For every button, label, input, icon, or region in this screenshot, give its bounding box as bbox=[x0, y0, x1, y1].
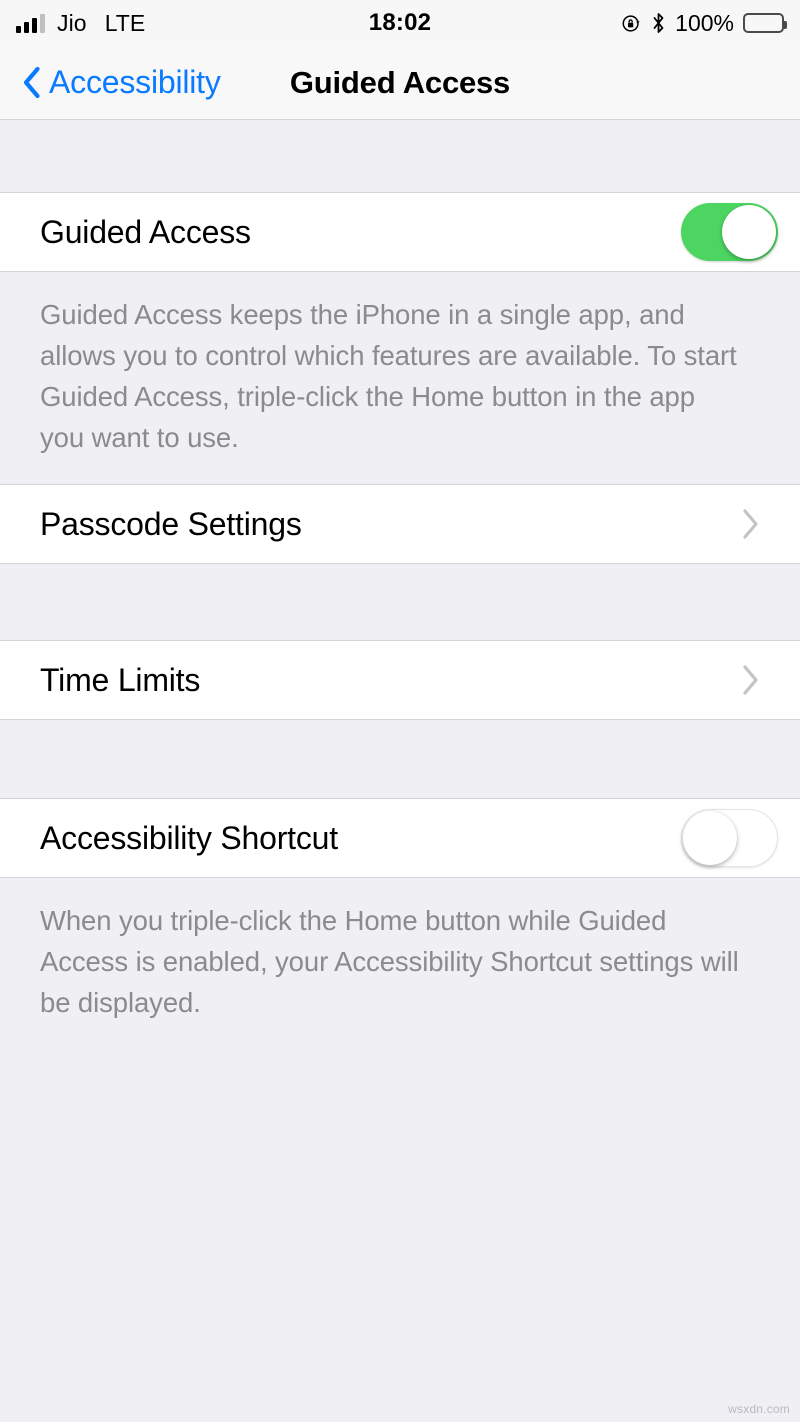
row-passcode-settings[interactable]: Passcode Settings bbox=[0, 484, 800, 564]
accessibility-shortcut-toggle[interactable] bbox=[681, 809, 778, 867]
chevron-right-icon bbox=[743, 509, 758, 539]
guided-access-footer: Guided Access keeps the iPhone in a sing… bbox=[0, 272, 800, 484]
bluetooth-icon bbox=[653, 13, 664, 33]
rotation-lock-icon bbox=[622, 14, 640, 32]
status-bar-right: 100% bbox=[621, 9, 787, 37]
row-time-limits-label: Time Limits bbox=[40, 661, 201, 698]
navigation-bar: Accessibility Guided Access bbox=[0, 46, 800, 120]
row-accessibility-shortcut-label: Accessibility Shortcut bbox=[40, 819, 338, 856]
section-gap-2 bbox=[0, 720, 800, 798]
toggle-knob bbox=[722, 205, 776, 259]
settings-list: Guided Access Guided Access keeps the iP… bbox=[0, 120, 800, 1053]
section-gap-1 bbox=[0, 564, 800, 640]
status-bar: Jio LTE 18:02 100% bbox=[0, 0, 800, 46]
network-type: LTE bbox=[104, 9, 146, 36]
battery-percentage: 100% bbox=[675, 9, 734, 36]
row-time-limits[interactable]: Time Limits bbox=[0, 640, 800, 720]
carrier-name: Jio bbox=[57, 9, 87, 36]
row-guided-access[interactable]: Guided Access bbox=[0, 192, 800, 272]
iphone-screen: Jio LTE 18:02 100% Accessibility Guided … bbox=[0, 0, 800, 1422]
status-bar-left: Jio LTE bbox=[16, 10, 145, 37]
section-gap-top bbox=[0, 120, 800, 192]
row-accessibility-shortcut[interactable]: Accessibility Shortcut bbox=[0, 798, 800, 878]
row-passcode-settings-label: Passcode Settings bbox=[40, 505, 302, 542]
accessibility-shortcut-footer: When you triple-click the Home button wh… bbox=[0, 878, 800, 1053]
back-button-label: Accessibility bbox=[49, 64, 221, 100]
toggle-knob bbox=[683, 811, 737, 865]
signal-bars-icon bbox=[16, 13, 45, 33]
battery-full-icon bbox=[743, 13, 787, 33]
back-button[interactable]: Accessibility bbox=[0, 64, 221, 101]
guided-access-toggle[interactable] bbox=[681, 203, 778, 261]
watermark: wsxdn.com bbox=[728, 1402, 790, 1416]
chevron-left-icon bbox=[23, 66, 40, 99]
row-guided-access-label: Guided Access bbox=[40, 213, 251, 250]
chevron-right-icon bbox=[743, 665, 758, 695]
